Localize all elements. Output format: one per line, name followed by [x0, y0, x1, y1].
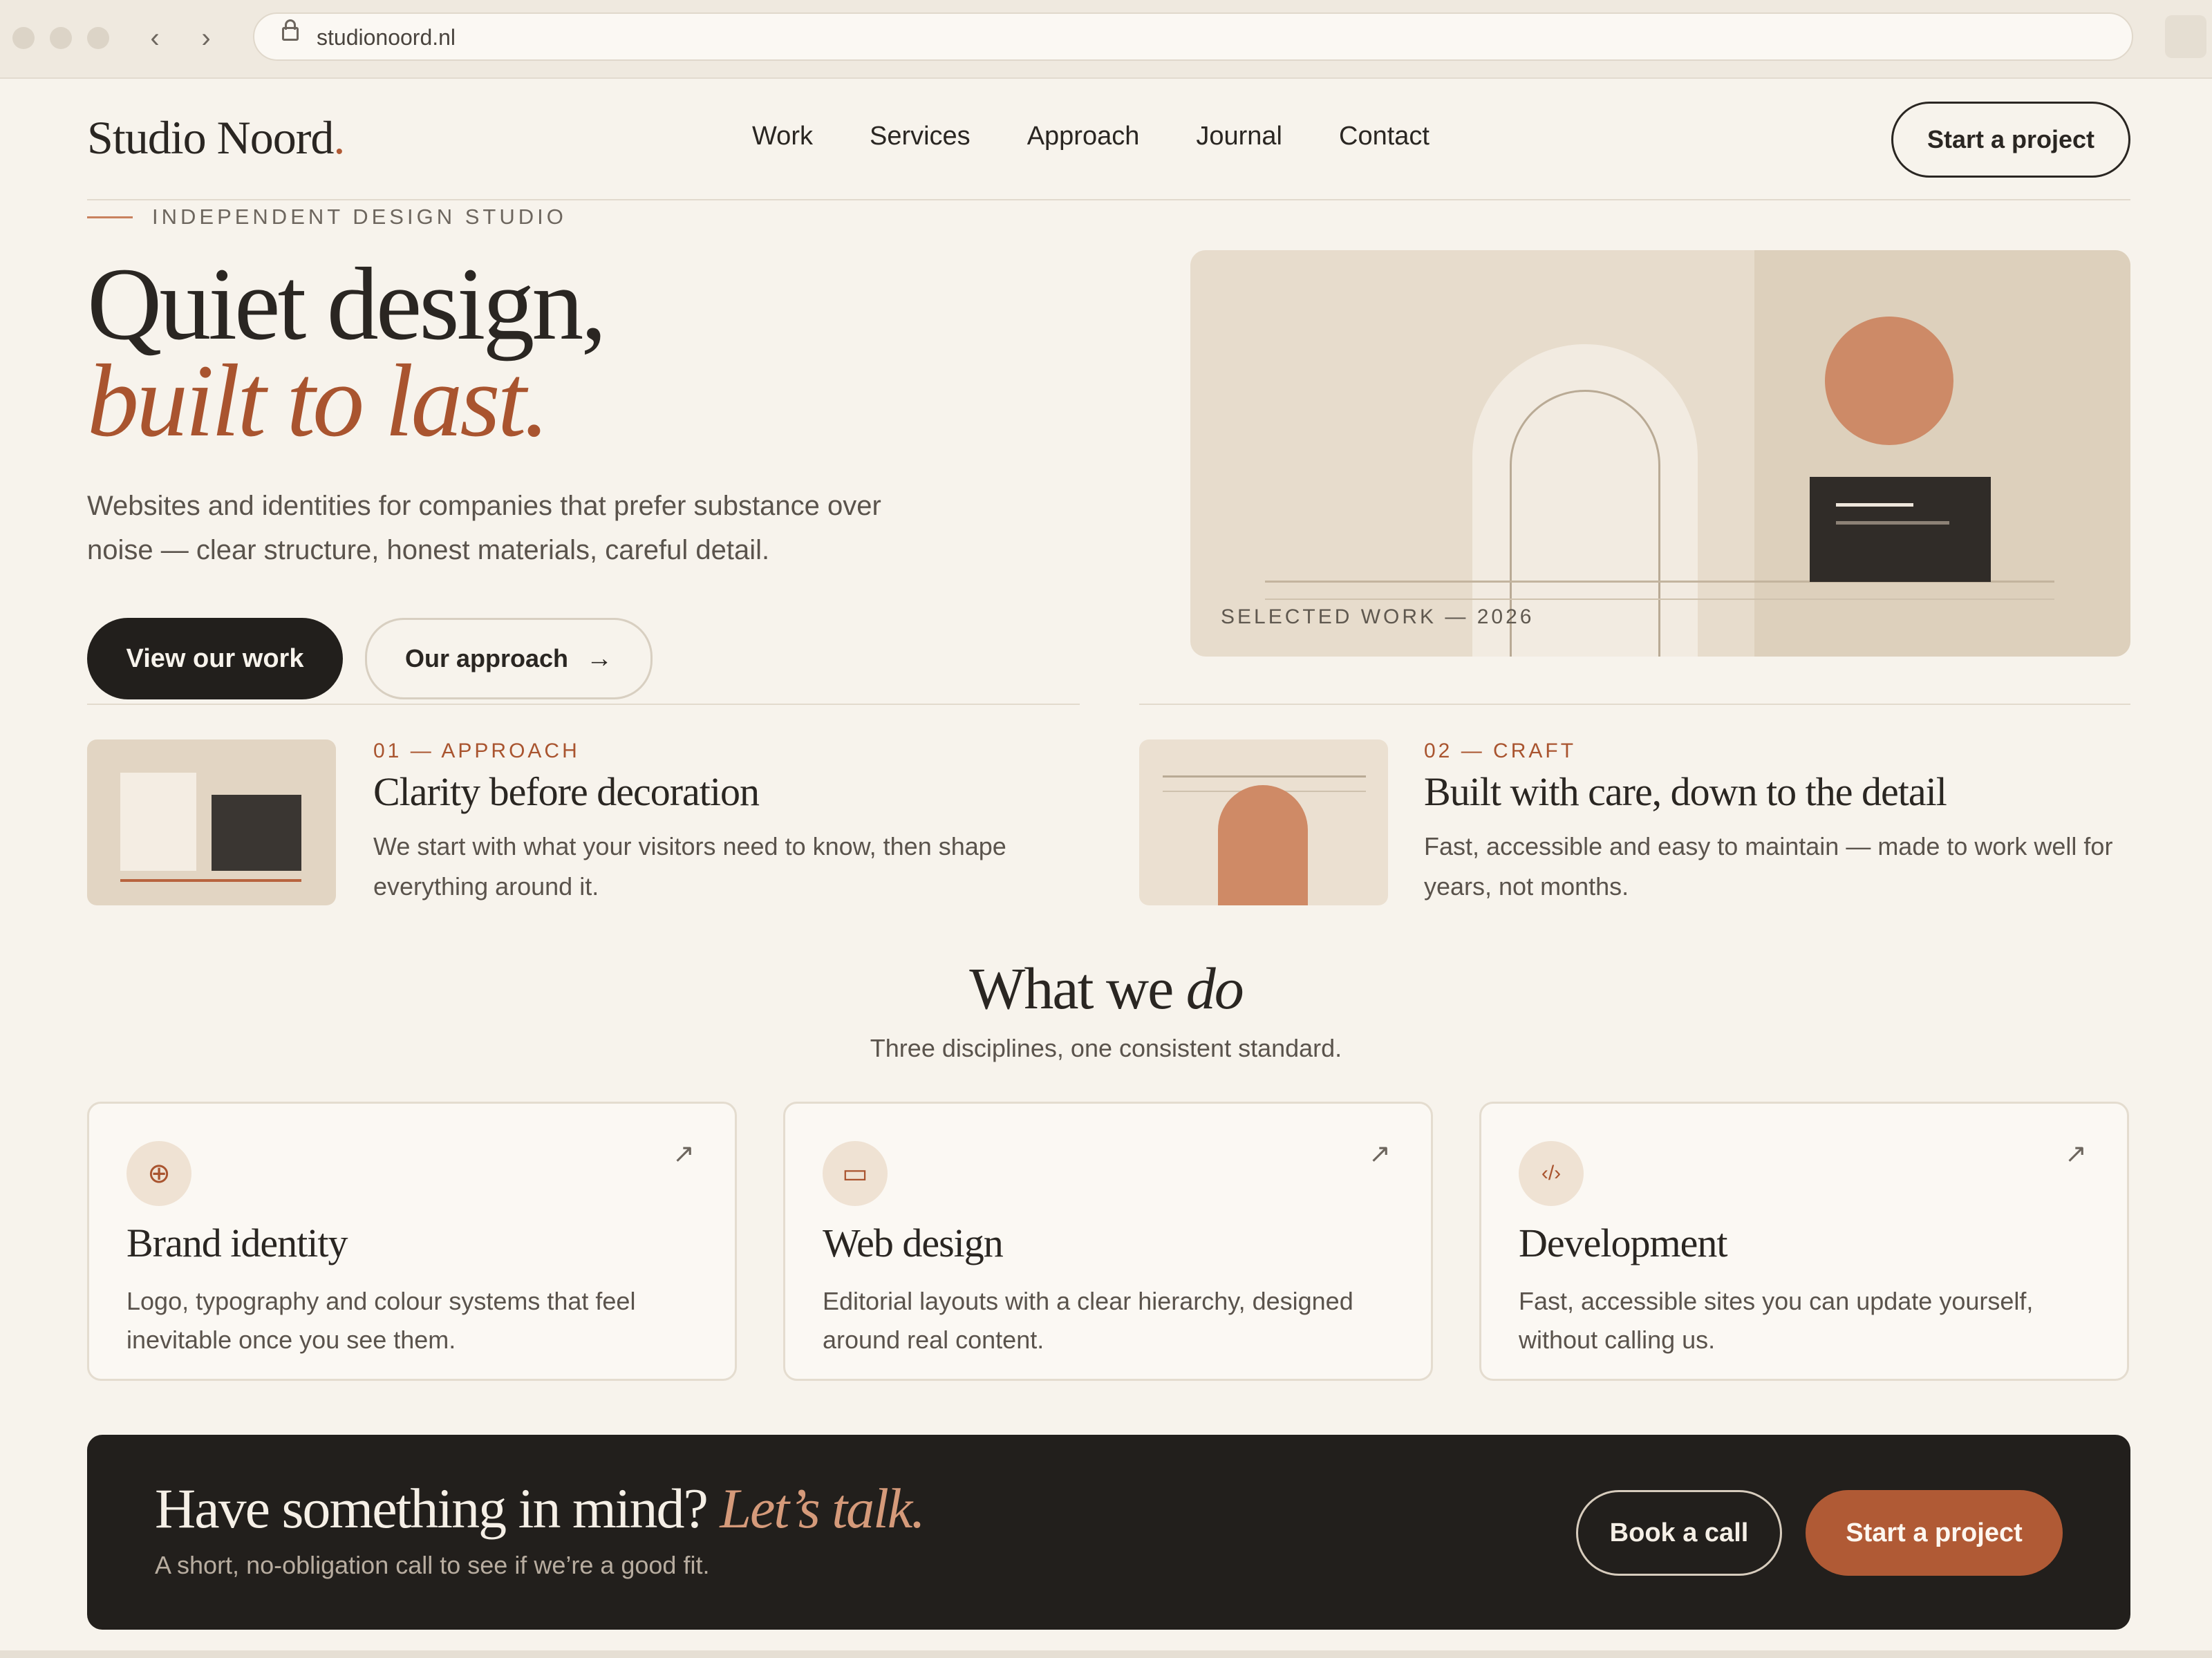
illustration-card: [1810, 477, 1991, 582]
hero-title: Quiet design, built to last.: [87, 252, 607, 458]
illustration-panel: [1754, 250, 2130, 657]
back-icon[interactable]: ‹: [141, 21, 169, 55]
feature-divider: [87, 704, 1080, 705]
crosshair-icon: ⊕: [126, 1141, 191, 1206]
craft-thumbnail: [1139, 739, 1388, 905]
service-card-title: Brand identity: [126, 1221, 348, 1265]
our-approach-label: Our approach: [404, 644, 569, 672]
service-card-title: Web design: [823, 1221, 1004, 1265]
cta-subtitle: A short, no-obligation call to see if we…: [155, 1551, 710, 1579]
hero-title-line2: built to last.: [87, 343, 550, 458]
window-maximize-control[interactable]: [87, 27, 109, 49]
feature-number: 01 — APPROACH: [373, 739, 580, 762]
services-title-prefix: What we: [969, 955, 1186, 1021]
brand-dot: .: [333, 111, 345, 164]
hero-eyebrow: INDEPENDENT DESIGN STUDIO: [87, 205, 567, 229]
service-card-description: Editorial layouts with a clear hierarchy…: [823, 1287, 1353, 1354]
cta-title: Have something in mind? Let’s talk.: [155, 1476, 926, 1541]
service-card-web-design[interactable]: ▭ ↗ Web design Editorial layouts with a …: [783, 1102, 1433, 1381]
hero-illustration: SELECTED WORK — 2026: [1190, 250, 2130, 657]
main-nav: Work Services Approach Journal Contact: [752, 122, 1486, 151]
thumb-arch: [1218, 785, 1308, 905]
service-card-description: Logo, typography and colour systems that…: [126, 1287, 636, 1354]
browser-window-icon: ▭: [823, 1141, 888, 1206]
address-bar[interactable]: studionoord.nl: [253, 12, 2133, 61]
arrow-up-right-icon[interactable]: ↗: [2065, 1138, 2087, 1169]
browser-extension-button[interactable]: [2165, 15, 2206, 58]
feature-title: Built with care, down to the detail: [1424, 769, 1947, 814]
nav-contact[interactable]: Contact: [1339, 122, 1430, 151]
services-title-emphasis: do: [1185, 955, 1244, 1021]
service-card-brand-identity[interactable]: ⊕ ↗ Brand identity Logo, typography and …: [87, 1102, 737, 1381]
eyebrow-rule: [87, 216, 133, 218]
arrow-right-icon: →: [586, 643, 613, 673]
services-title: What we do: [0, 954, 2212, 1023]
feature-divider: [1139, 704, 2130, 705]
hero-lead: Websites and identities for companies th…: [87, 491, 881, 565]
illustration-sun: [1825, 317, 1953, 445]
cta-start-project-button[interactable]: Start a project: [1806, 1490, 2063, 1576]
url-text: studionoord.nl: [317, 25, 456, 50]
cta-banner: Have something in mind? Let’s talk. A sh…: [87, 1435, 2130, 1630]
arrow-up-right-icon[interactable]: ↗: [673, 1138, 695, 1169]
window-close-control[interactable]: [12, 27, 35, 49]
nav-journal[interactable]: Journal: [1196, 122, 1282, 151]
thumb-shape: [120, 773, 196, 871]
page-scroll-edge: [0, 1650, 2212, 1658]
header-divider: [87, 199, 2130, 200]
thumb-rule: [120, 879, 301, 882]
book-call-button[interactable]: Book a call: [1576, 1490, 1782, 1576]
forward-icon[interactable]: ›: [192, 21, 220, 55]
thumb-shape: [212, 795, 301, 871]
illustration-caption: SELECTED WORK — 2026: [1221, 605, 1535, 628]
lock-icon: [282, 19, 299, 41]
view-work-button[interactable]: View our work: [87, 618, 343, 699]
brand-logo[interactable]: Studio Noord.: [87, 111, 345, 165]
service-card-development[interactable]: ‹/› ↗ Development Fast, accessible sites…: [1479, 1102, 2129, 1381]
cta-title-accent: Let’s talk.: [720, 1477, 925, 1540]
nav-approach[interactable]: Approach: [1027, 122, 1140, 151]
arrow-up-right-icon[interactable]: ↗: [1369, 1138, 1391, 1169]
cta-title-main: Have something in mind?: [155, 1477, 709, 1540]
brand-name: Studio Noord: [87, 111, 334, 164]
nav-services[interactable]: Services: [870, 122, 971, 151]
window-minimize-control[interactable]: [50, 27, 72, 49]
feature-title: Clarity before decoration: [373, 769, 760, 814]
code-icon: ‹/›: [1519, 1141, 1584, 1206]
our-approach-button[interactable]: Our approach →: [365, 618, 653, 699]
thumb-rule: [1163, 775, 1366, 778]
service-card-title: Development: [1519, 1221, 1727, 1265]
illustration-card-line: [1836, 503, 1913, 507]
feature-description: We start with what your visitors need to…: [373, 832, 1006, 901]
eyebrow-text: INDEPENDENT DESIGN STUDIO: [152, 205, 567, 229]
illustration-line: [1265, 599, 2054, 600]
nav-work[interactable]: Work: [752, 122, 813, 151]
approach-thumbnail: [87, 739, 336, 905]
browser-chrome: ‹ › studionoord.nl: [0, 0, 2212, 79]
feature-description: Fast, accessible and easy to maintain — …: [1424, 832, 2113, 901]
services-subtitle: Three disciplines, one consistent standa…: [870, 1034, 1342, 1062]
illustration-card-line: [1836, 521, 1949, 525]
header-start-project-button[interactable]: Start a project: [1891, 102, 2130, 178]
service-card-description: Fast, accessible sites you can update yo…: [1519, 1287, 2034, 1354]
feature-number: 02 — CRAFT: [1424, 739, 1577, 762]
